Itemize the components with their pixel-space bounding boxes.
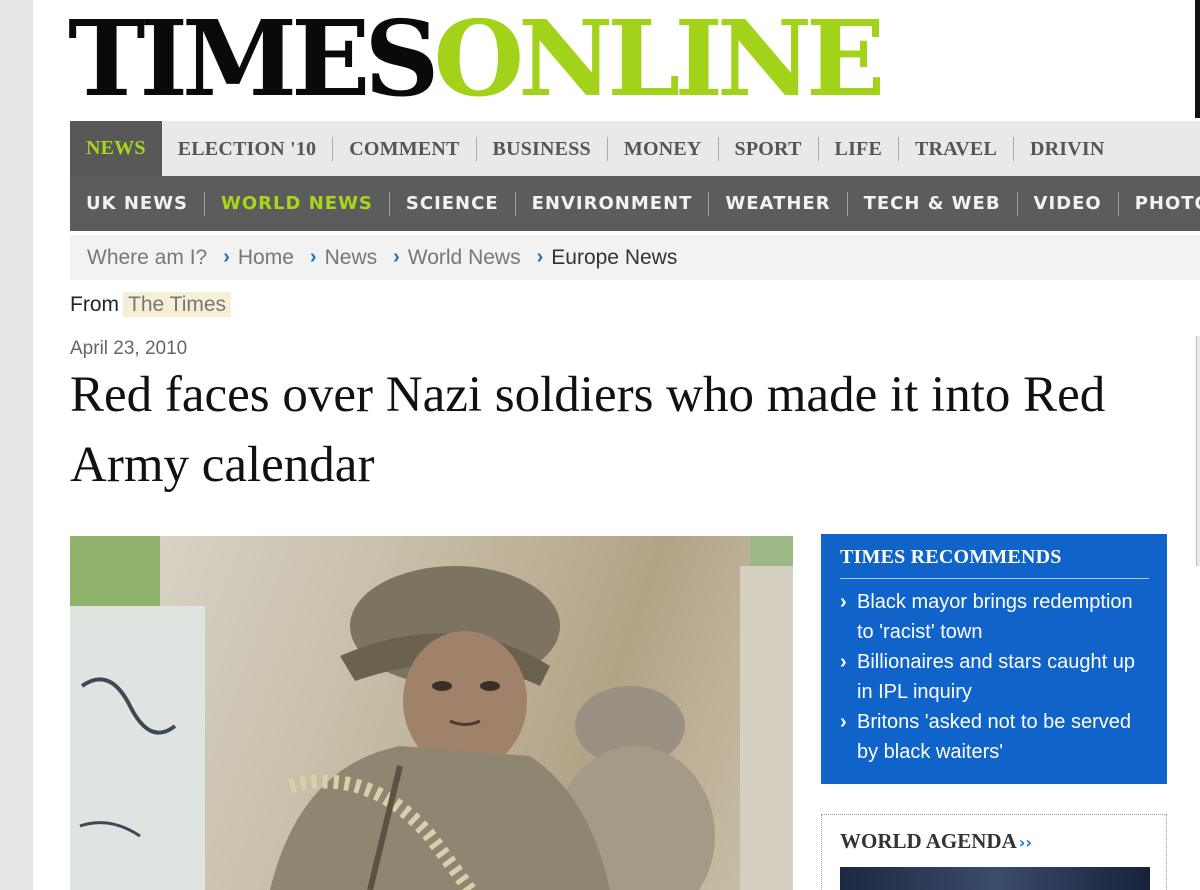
source-label: From bbox=[70, 293, 119, 316]
nav-comment[interactable]: COMMENT bbox=[332, 136, 475, 161]
nav-sport[interactable]: SPORT bbox=[717, 136, 818, 161]
subnav-uk-news[interactable]: UK NEWS bbox=[70, 192, 204, 216]
breadcrumb-current: Europe News bbox=[551, 245, 678, 269]
primary-nav: NEWS ELECTION '10 COMMENT BUSINESS MONEY… bbox=[70, 121, 1200, 176]
chevron-right-icon: › bbox=[223, 246, 230, 268]
recommend-item[interactable]: › Britons 'asked not to be served by bla… bbox=[840, 707, 1149, 767]
recommend-item[interactable]: › Billionaires and stars caught up in IP… bbox=[840, 647, 1149, 707]
soldier-photo-illustration bbox=[70, 536, 793, 890]
nav-driving[interactable]: DRIVIN bbox=[1013, 136, 1121, 161]
nav-travel[interactable]: TRAVEL bbox=[898, 136, 1013, 161]
page: TIMESONLINE NEWS ELECTION '10 COMMENT BU… bbox=[33, 0, 1200, 890]
world-agenda-thumbnail[interactable] bbox=[840, 867, 1150, 890]
source-line: From The Times bbox=[70, 292, 232, 317]
secondary-nav: UK NEWS WORLD NEWS SCIENCE ENVIRONMENT W… bbox=[70, 176, 1200, 231]
logo-times: TIMES bbox=[68, 0, 440, 120]
world-agenda-box: WORLD AGENDA ›› bbox=[821, 814, 1167, 890]
chevron-right-icon: › bbox=[393, 246, 400, 268]
nav-news[interactable]: NEWS bbox=[70, 121, 162, 176]
chevron-right-icon: › bbox=[840, 591, 847, 613]
divider bbox=[1195, 0, 1200, 118]
subnav-science[interactable]: SCIENCE bbox=[388, 191, 515, 216]
world-agenda-title[interactable]: WORLD AGENDA ›› bbox=[840, 829, 1148, 854]
scrollbar[interactable] bbox=[1196, 336, 1200, 566]
recommend-link[interactable]: Britons 'asked not to be served by black… bbox=[857, 707, 1149, 767]
breadcrumb-home[interactable]: Home bbox=[238, 246, 294, 270]
nav-life[interactable]: LIFE bbox=[817, 136, 898, 161]
nav-business[interactable]: BUSINESS bbox=[475, 136, 607, 161]
subnav-world-news[interactable]: WORLD NEWS bbox=[204, 191, 389, 216]
breadcrumb-world-news[interactable]: World News bbox=[408, 246, 521, 270]
recommend-link[interactable]: Billionaires and stars caught up in IPL … bbox=[857, 647, 1149, 707]
times-recommends-box: TIMES RECOMMENDS › Black mayor brings re… bbox=[821, 534, 1167, 784]
chevron-right-icon: › bbox=[309, 246, 317, 268]
site-logo[interactable]: TIMESONLINE bbox=[68, 0, 886, 120]
logo-online: ONLINE bbox=[433, 0, 886, 120]
subnav-video[interactable]: VIDEO bbox=[1016, 191, 1118, 216]
source-name[interactable]: The Times bbox=[123, 292, 232, 317]
chevron-right-icon: › bbox=[840, 711, 847, 733]
nav-money[interactable]: MONEY bbox=[606, 136, 718, 161]
chevron-right-icon: › bbox=[840, 651, 847, 673]
subnav-photo[interactable]: PHOTO bbox=[1117, 191, 1200, 216]
nav-election[interactable]: ELECTION '10 bbox=[162, 137, 333, 161]
recommends-title: TIMES RECOMMENDS bbox=[840, 546, 1149, 579]
article-headline: Red faces over Nazi soldiers who made it… bbox=[70, 367, 1106, 493]
article-date: April 23, 2010 bbox=[70, 338, 188, 359]
chevron-right-icon: › bbox=[536, 246, 544, 268]
world-agenda-label: WORLD AGENDA bbox=[840, 829, 1017, 853]
subnav-weather[interactable]: WEATHER bbox=[708, 191, 846, 216]
double-chevron-right-icon: ›› bbox=[1018, 833, 1032, 852]
article-photo bbox=[70, 536, 793, 890]
recommend-item[interactable]: › Black mayor brings redemption to 'raci… bbox=[840, 587, 1149, 647]
breadcrumb-news[interactable]: News bbox=[325, 246, 378, 270]
breadcrumb-lead: Where am I? bbox=[87, 245, 208, 269]
recommend-link[interactable]: Black mayor brings redemption to 'racist… bbox=[857, 587, 1149, 647]
subnav-environment[interactable]: ENVIRONMENT bbox=[514, 191, 709, 216]
breadcrumb: Where am I? › Home › News › World News ›… bbox=[70, 235, 1200, 280]
subnav-tech-web[interactable]: TECH & WEB bbox=[846, 191, 1017, 216]
